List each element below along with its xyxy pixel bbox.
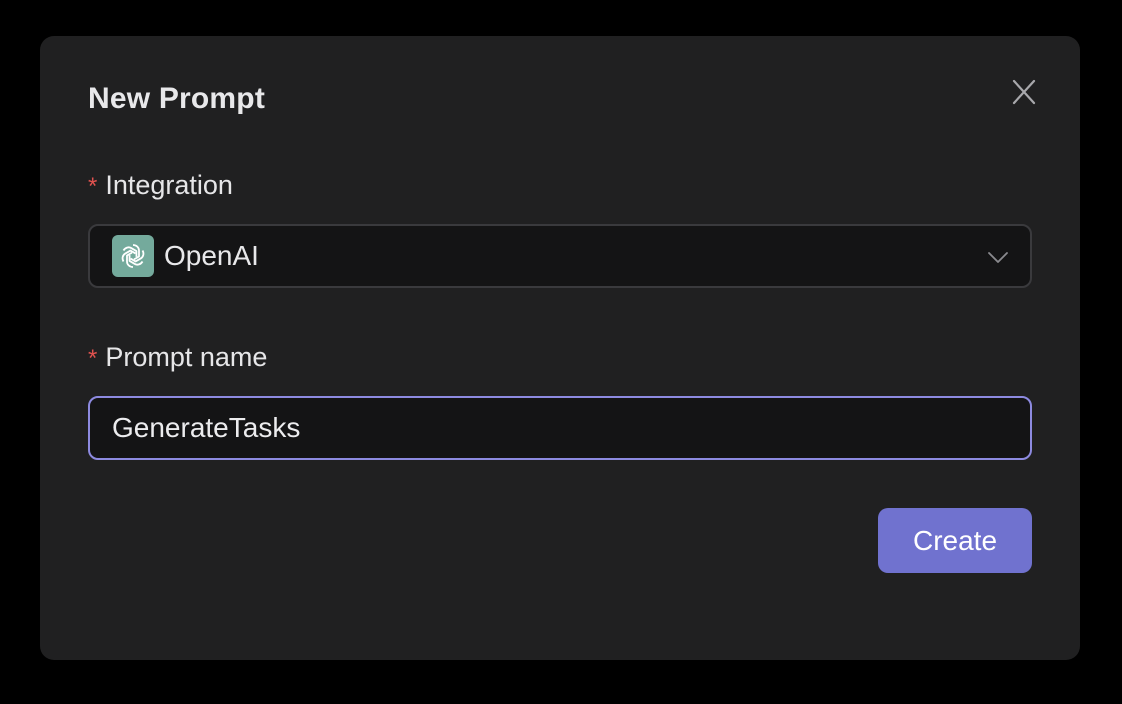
integration-select[interactable]: OpenAI (88, 224, 1032, 288)
chevron-down-icon (986, 245, 1010, 269)
new-prompt-dialog: New Prompt * Integration OpenAI * Prompt… (40, 36, 1080, 660)
required-marker: * (88, 345, 98, 372)
create-button[interactable]: Create (878, 508, 1032, 573)
dialog-title: New Prompt (88, 82, 266, 115)
close-icon[interactable] (1008, 76, 1040, 108)
openai-logo-icon (112, 235, 154, 277)
integration-selected-value: OpenAI (164, 240, 259, 271)
prompt-name-label-text: Prompt name (105, 342, 268, 372)
prompt-name-input[interactable] (88, 396, 1032, 460)
required-marker: * (88, 173, 98, 200)
prompt-name-label: * Prompt name (88, 342, 267, 373)
integration-label-text: Integration (105, 170, 233, 200)
integration-label: * Integration (88, 170, 233, 201)
